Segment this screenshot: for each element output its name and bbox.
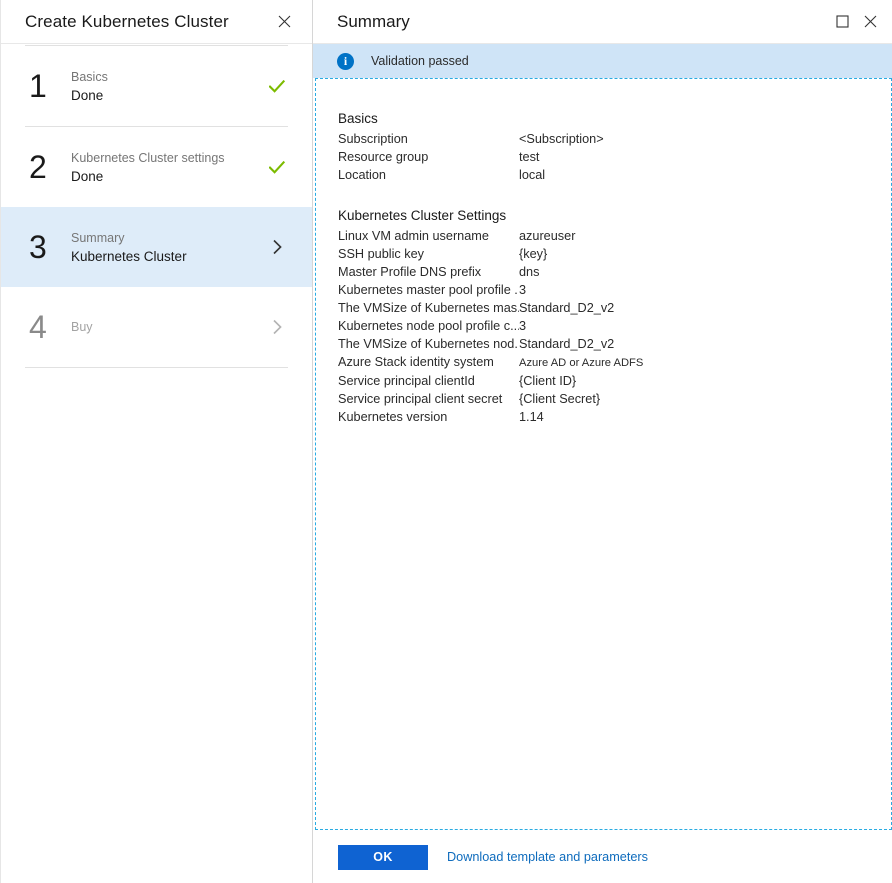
row-value: 3 (519, 281, 526, 299)
row-value: test (519, 148, 539, 166)
step-text: Buy (65, 318, 264, 336)
step-status (264, 161, 290, 174)
row-key: Kubernetes node pool profile c... (338, 317, 519, 335)
validation-banner: i Validation passed (313, 44, 892, 78)
row-value: azureuser (519, 227, 575, 245)
close-icon (278, 15, 291, 28)
summary-header: Summary (313, 0, 892, 44)
row-value: 3 (519, 317, 526, 335)
row-key: Subscription (338, 130, 519, 148)
summary-row: Kubernetes node pool profile c... 3 (338, 317, 891, 335)
chevron-right-icon (272, 319, 283, 335)
row-value: {key} (519, 245, 547, 263)
step-status (264, 80, 290, 93)
summary-row: Azure Stack identity system Azure AD or … (338, 353, 891, 372)
row-value: Standard_D2_v2 (519, 299, 614, 317)
step-sublabel: Done (71, 167, 264, 186)
summary-content-frame: Basics Subscription <Subscription> Resou… (315, 78, 892, 830)
row-key: Resource group (338, 148, 519, 166)
step-number: 2 (25, 151, 65, 183)
summary-section-basics: Basics Subscription <Subscription> Resou… (338, 109, 891, 184)
step-text: Kubernetes Cluster settings Done (65, 149, 264, 186)
row-key: Azure Stack identity system (338, 353, 519, 371)
wizard-step-kubernetes-cluster-settings[interactable]: 2 Kubernetes Cluster settings Done (1, 127, 312, 207)
row-key: Service principal clientId (338, 372, 519, 390)
wizard-close-button[interactable] (270, 8, 298, 36)
summary-row: Master Profile DNS prefix dns (338, 263, 891, 281)
summary-row: Kubernetes version 1.14 (338, 408, 891, 426)
summary-row: Kubernetes master pool profile ... 3 (338, 281, 891, 299)
summary-section-kubernetes-cluster-settings: Kubernetes Cluster Settings Linux VM adm… (338, 206, 891, 426)
check-icon (269, 161, 285, 174)
summary-row: The VMSize of Kubernetes nod... Standard… (338, 335, 891, 353)
maximize-icon (836, 15, 849, 28)
step-sublabel: Kubernetes Cluster (71, 247, 264, 266)
step-text: Basics Done (65, 68, 264, 105)
row-key: Master Profile DNS prefix (338, 263, 519, 281)
summary-row: Service principal client secret {Client … (338, 390, 891, 408)
summary-row: Subscription <Subscription> (338, 130, 891, 148)
wizard-pane: Create Kubernetes Cluster 1 Basics Done (0, 0, 313, 883)
row-value: local (519, 166, 545, 184)
row-key: SSH public key (338, 245, 519, 263)
summary-row: Linux VM admin username azureuser (338, 227, 891, 245)
step-status (264, 239, 290, 255)
wizard-header: Create Kubernetes Cluster (1, 0, 312, 44)
step-text: Summary Kubernetes Cluster (65, 229, 264, 266)
validation-message: Validation passed (371, 54, 469, 68)
row-key: Location (338, 166, 519, 184)
step-number: 1 (25, 70, 65, 102)
ok-button[interactable]: OK (338, 845, 428, 870)
row-value: {Client Secret} (519, 390, 600, 408)
row-value: <Subscription> (519, 130, 604, 148)
row-key: The VMSize of Kubernetes nod... (338, 335, 519, 353)
page-title: Create Kubernetes Cluster (25, 12, 270, 32)
info-icon: i (337, 53, 354, 70)
step-divider (25, 367, 288, 368)
row-key: Kubernetes master pool profile ... (338, 281, 519, 299)
check-icon (269, 80, 285, 93)
step-sublabel: Done (71, 86, 264, 105)
row-key: Service principal client secret (338, 390, 519, 408)
row-value: {Client ID} (519, 372, 576, 390)
summary-row: SSH public key {key} (338, 245, 891, 263)
row-value: Azure AD or Azure ADFS (519, 354, 643, 372)
summary-body: Basics Subscription <Subscription> Resou… (316, 79, 891, 426)
create-kubernetes-cluster-window: Create Kubernetes Cluster 1 Basics Done (0, 0, 892, 883)
close-icon (864, 15, 877, 28)
wizard-step-buy[interactable]: 4 Buy (1, 287, 312, 367)
summary-maximize-button[interactable] (828, 8, 856, 36)
summary-row: Location local (338, 166, 891, 184)
wizard-step-summary[interactable]: 3 Summary Kubernetes Cluster (1, 207, 312, 287)
step-label: Summary (71, 229, 264, 247)
row-key: Kubernetes version (338, 408, 519, 426)
row-value: Standard_D2_v2 (519, 335, 614, 353)
summary-row: Resource group test (338, 148, 891, 166)
section-title: Basics (338, 109, 891, 129)
step-label: Kubernetes Cluster settings (71, 149, 264, 167)
row-value: dns (519, 263, 539, 281)
download-template-link[interactable]: Download template and parameters (447, 850, 648, 864)
summary-close-button[interactable] (856, 8, 884, 36)
summary-row: The VMSize of Kubernetes mas... Standard… (338, 299, 891, 317)
wizard-step-basics[interactable]: 1 Basics Done (1, 46, 312, 126)
section-title: Kubernetes Cluster Settings (338, 206, 891, 226)
step-number: 4 (25, 311, 65, 343)
summary-footer: OK Download template and parameters (313, 831, 892, 883)
summary-pane: Summary i Validation passed Basics (313, 0, 892, 883)
row-value: 1.14 (519, 408, 544, 426)
wizard-step-list: 1 Basics Done 2 Kubernetes Cluster setti… (1, 45, 312, 368)
step-number: 3 (25, 231, 65, 263)
summary-row: Service principal clientId {Client ID} (338, 372, 891, 390)
step-label: Buy (71, 318, 264, 336)
step-status (264, 319, 290, 335)
step-label: Basics (71, 68, 264, 86)
row-key: Linux VM admin username (338, 227, 519, 245)
summary-title: Summary (337, 12, 828, 32)
chevron-right-icon (272, 239, 283, 255)
row-key: The VMSize of Kubernetes mas... (338, 299, 519, 317)
